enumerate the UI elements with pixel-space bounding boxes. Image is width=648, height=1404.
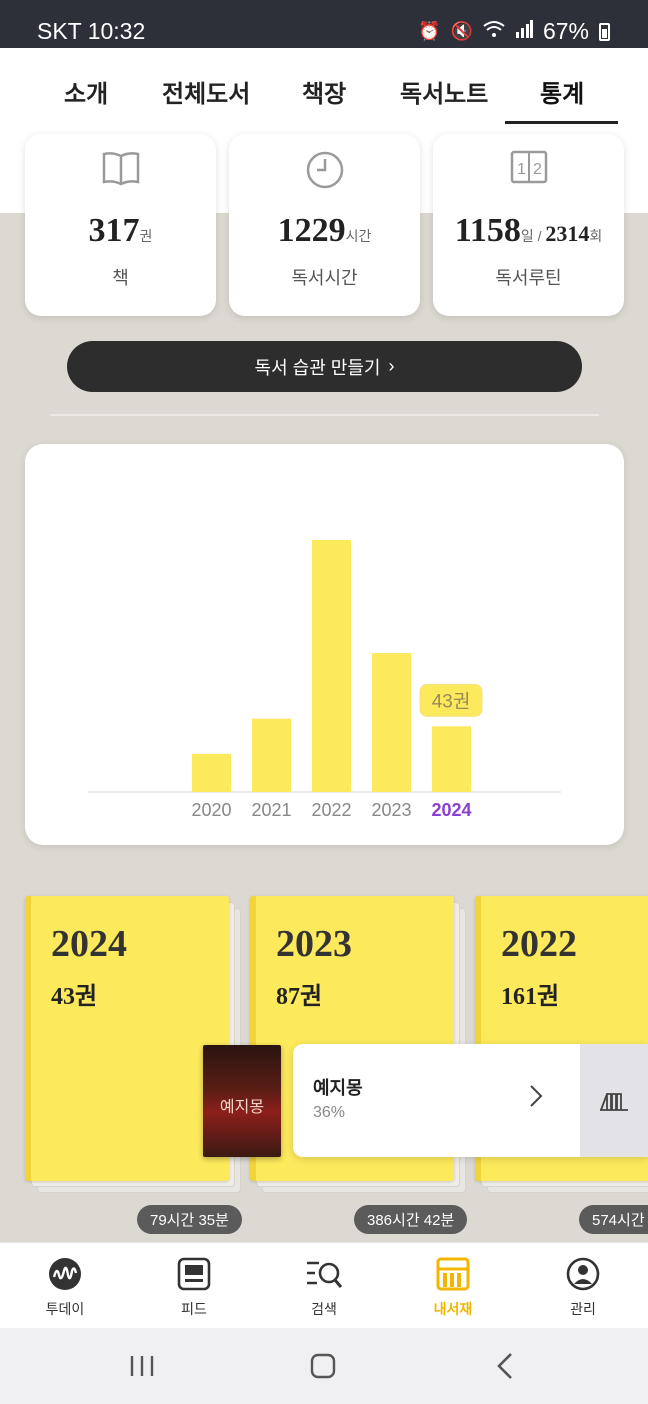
- stat-card-reading-time[interactable]: 1229시간 독서시간: [229, 134, 420, 316]
- nav-manage[interactable]: 관리: [533, 1243, 633, 1329]
- nav-feed[interactable]: 피드: [144, 1243, 244, 1329]
- tab-statistics[interactable]: 통계: [540, 74, 584, 109]
- system-navigation-bar: [0, 1328, 648, 1404]
- data-label-tooltip: 43권: [419, 683, 483, 717]
- battery-icon: [599, 22, 610, 41]
- yearbook-year: 2024: [51, 923, 127, 965]
- home-button[interactable]: [308, 1350, 338, 1382]
- yearbook-time-badge: 386시간 42분: [354, 1205, 468, 1234]
- routine-times-unit: 회: [589, 228, 603, 244]
- bar-2024[interactable]: [432, 726, 471, 792]
- library-icon: [403, 1257, 503, 1293]
- routine-days: 1158: [454, 212, 521, 249]
- reading-time-unit: 시간: [345, 228, 372, 244]
- top-tabs: 소개 전체도서 책장 독서노트 통계: [0, 48, 648, 124]
- feed-icon: [144, 1257, 244, 1293]
- tick-label-2020: 2020: [191, 800, 231, 820]
- yearbook-time-badge: 574시간 4: [579, 1205, 648, 1234]
- routine-days-unit: 일: [520, 228, 534, 244]
- reading-time-value: 1229: [277, 212, 346, 249]
- make-reading-habit-button[interactable]: 독서 습관 만들기 ›: [67, 341, 582, 392]
- tab-intro[interactable]: 소개: [64, 74, 108, 109]
- yearbook-2024[interactable]: 2024 43권: [25, 896, 241, 1193]
- tick-label-2021: 2021: [251, 800, 291, 820]
- nav-today[interactable]: 투데이: [15, 1243, 115, 1329]
- battery-percent: 67%: [542, 18, 589, 44]
- bar-2021[interactable]: [252, 718, 291, 792]
- chevron-right-icon[interactable]: [529, 1084, 543, 1115]
- habit-button-label: 독서 습관 만들기: [254, 357, 381, 378]
- cover-title: 예지몽: [219, 1099, 265, 1116]
- yearly-books-chart: 2020 2021 2022 2023 2024 43권: [25, 444, 624, 845]
- books-count: 317: [88, 212, 140, 249]
- clock-icon: [229, 150, 420, 190]
- search-icon: [274, 1257, 374, 1293]
- bar-2022[interactable]: [312, 540, 351, 792]
- nav-search[interactable]: 검색: [274, 1243, 374, 1329]
- divider: [50, 414, 599, 416]
- profile-icon: [533, 1257, 633, 1293]
- bar-2020[interactable]: [192, 753, 231, 792]
- stat-card-routine[interactable]: 12 1158일 / 2314회 독서루틴: [433, 134, 624, 316]
- current-book-cover[interactable]: 예지몽: [203, 1045, 281, 1157]
- yearbook-count: 161권: [501, 984, 560, 1010]
- tab-reading-notes[interactable]: 독서노트: [400, 74, 488, 109]
- bar-2023[interactable]: [372, 653, 411, 792]
- svg-text:1: 1: [517, 161, 526, 178]
- bar-chart: 2020 2021 2022 2023 2024 43권: [88, 540, 561, 820]
- books-unit: 권: [139, 228, 153, 244]
- wifi-icon: [483, 20, 505, 43]
- books-label: 책: [112, 268, 129, 288]
- current-book-card[interactable]: 예지몽 36%: [293, 1044, 648, 1157]
- recent-apps-button[interactable]: [128, 1350, 156, 1382]
- stat-card-books[interactable]: 317권 책: [25, 134, 216, 316]
- tab-all-books[interactable]: 전체도서: [162, 74, 250, 109]
- chevron-right-icon: ›: [388, 356, 395, 376]
- current-book-title: 예지몽: [313, 1078, 363, 1098]
- tick-label-2023: 2023: [371, 800, 411, 820]
- signal-icon: [515, 20, 533, 43]
- tick-label-2022: 2022: [311, 800, 351, 820]
- bookshelf-button[interactable]: [580, 1044, 648, 1157]
- tick-label-2024: 2024: [431, 800, 471, 820]
- current-book-progress: 36%: [313, 1104, 346, 1121]
- yearbook-count: 43권: [51, 984, 98, 1010]
- status-bar: SKT 10:32 ⏰ 🔇 67%: [0, 0, 648, 48]
- yearbook-time-badge: 79시간 35분: [137, 1205, 242, 1234]
- back-button[interactable]: [492, 1350, 518, 1382]
- yearbook-year: 2023: [276, 923, 352, 965]
- active-tab-underline: [505, 121, 618, 124]
- open-book-icon: [25, 150, 216, 190]
- nav-my-library[interactable]: 내서재: [403, 1243, 503, 1329]
- svg-text:2: 2: [533, 161, 542, 178]
- yearbook-year: 2022: [501, 923, 577, 965]
- yearbook-count: 87권: [276, 984, 323, 1010]
- mute-icon: 🔇: [450, 21, 473, 41]
- carrier-time: SKT 10:32: [37, 18, 146, 44]
- calendar-icon: 12: [433, 150, 624, 190]
- routine-times: 2314: [545, 221, 590, 246]
- tab-bookshelf[interactable]: 책장: [302, 74, 346, 109]
- alarm-icon: ⏰: [418, 21, 441, 41]
- bottom-navigation: 투데이 피드 검색 내서재 관리: [0, 1242, 648, 1328]
- routine-label: 독서루틴: [495, 268, 562, 288]
- bookshelf-icon: [600, 1092, 628, 1111]
- data-label-2024: 43권: [432, 690, 471, 712]
- reading-time-label: 독서시간: [291, 268, 358, 288]
- today-icon: [15, 1257, 115, 1293]
